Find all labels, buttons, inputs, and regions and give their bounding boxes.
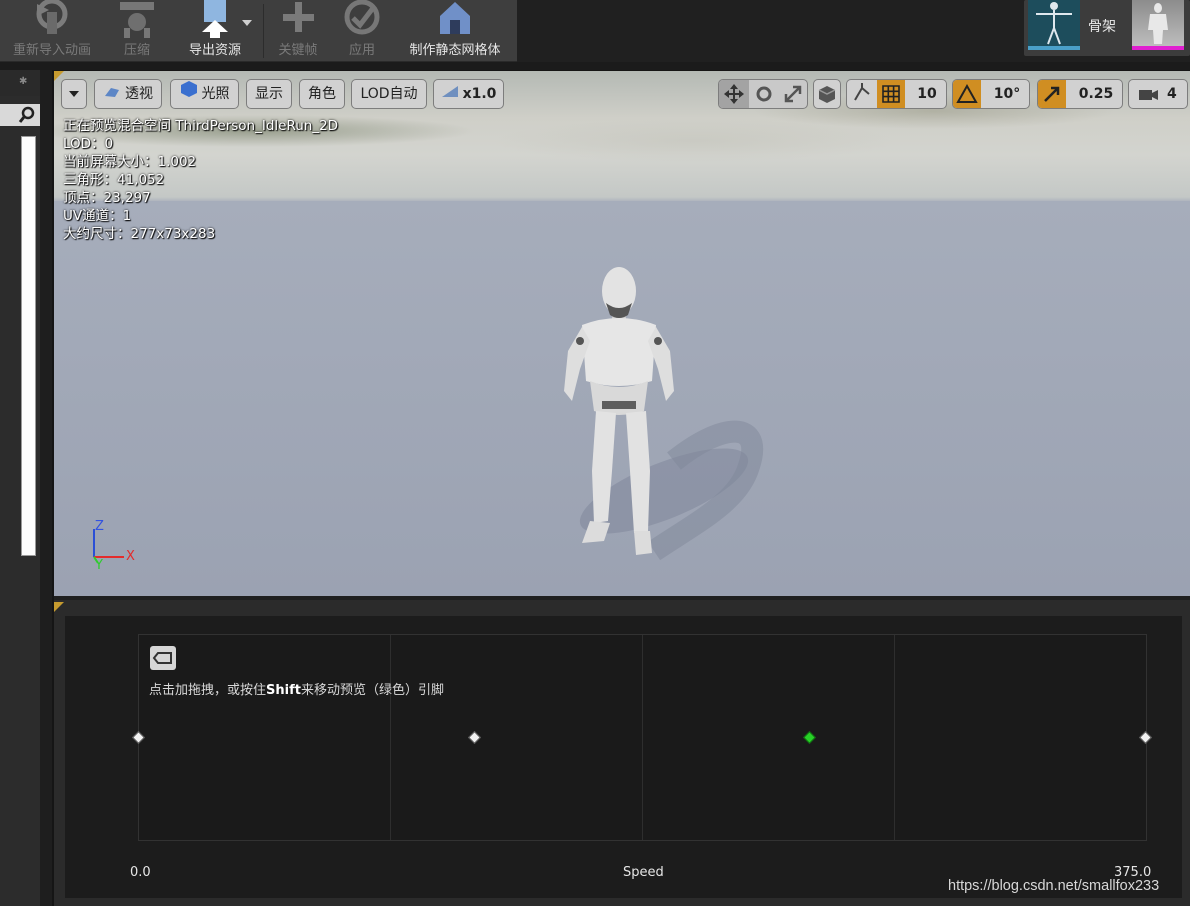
panel-splitter[interactable]	[40, 70, 52, 906]
lit-sphere-icon	[180, 80, 198, 108]
mannequin-character	[564, 267, 764, 561]
grid-snap-group: 10	[846, 79, 947, 109]
skeleton-mode-label: 骨架	[1088, 19, 1116, 35]
character-menu-button[interactable]: 角色	[299, 79, 345, 109]
preview-pin[interactable]	[803, 731, 817, 744]
keyframe-button[interactable]: 关键帧	[268, 0, 328, 62]
stat-vertices-line: 顶点：23,297	[63, 190, 151, 206]
grid-line	[894, 635, 895, 840]
blendspace-editor-panel: 点击加拖拽，或按住Shift来移动预览（绿色）引脚 0.0 Speed 375.…	[54, 600, 1190, 906]
mesh-mode-button[interactable]	[1132, 0, 1184, 50]
rotate-icon	[756, 86, 772, 102]
lod-auto-button[interactable]: LOD自动	[351, 79, 427, 109]
scale-snap-icon	[1044, 86, 1060, 102]
apply-button[interactable]: 应用	[334, 0, 390, 62]
move-arrows-icon	[724, 84, 744, 104]
scale-snap-toggle[interactable]	[1038, 80, 1066, 108]
skeleton-icon	[1036, 2, 1072, 45]
search-icon[interactable]	[18, 106, 36, 124]
translate-mode-button[interactable]	[719, 80, 749, 108]
surface-snap-icon	[854, 83, 870, 101]
stat-screen-size-line: 当前屏幕大小：1.002	[63, 154, 197, 170]
axis-y-label: Y	[95, 558, 103, 573]
panel-corner-marker	[54, 602, 64, 612]
speed-icon	[441, 80, 459, 108]
hint-shift-key: Shift	[266, 683, 301, 698]
camera-icon	[1139, 90, 1158, 100]
stat-uv-channels-line: UV通道：1	[63, 208, 132, 224]
stat-preview-line: 正在预览混合空间 ThirdPerson_IdleRun_2D	[63, 118, 339, 134]
mesh-character-icon	[1148, 3, 1168, 44]
grid-snap-value[interactable]: 10	[907, 80, 947, 108]
lit-mode-button[interactable]: 光照	[170, 79, 239, 109]
axis-z-label: Z	[95, 519, 104, 534]
preview-viewport[interactable]: 透视 光照 显示 角色 LOD自动 x1.0 10 10° 0.25 4 正在预…	[54, 71, 1190, 596]
transform-mode-group	[718, 79, 808, 109]
world-local-toggle[interactable]	[813, 79, 841, 109]
rotate-mode-button[interactable]	[749, 80, 779, 108]
scale-icon	[784, 85, 802, 103]
rotation-snap-value[interactable]: 10°	[983, 80, 1031, 108]
show-menu-button[interactable]: 显示	[246, 79, 292, 109]
compress-button[interactable]: 压缩	[104, 0, 170, 62]
playback-speed-button[interactable]: x1.0	[433, 79, 504, 109]
perspective-icon	[103, 80, 121, 108]
blendspace-grid[interactable]: 点击加拖拽，或按住Shift来移动预览（绿色）引脚	[132, 634, 1152, 841]
left-panel: ✱	[0, 70, 52, 906]
make-static-mesh-button[interactable]: 制作静态网格体	[398, 0, 512, 62]
apply-check-icon	[344, 0, 380, 35]
axis-name-label: Speed	[623, 865, 664, 880]
viewport-options-button[interactable]	[61, 79, 87, 109]
asset-list[interactable]	[21, 136, 36, 556]
surface-snap-button[interactable]	[847, 80, 877, 108]
asset-search-field[interactable]	[0, 104, 40, 126]
export-dropdown-icon[interactable]	[242, 20, 252, 26]
scale-mode-button[interactable]	[779, 80, 809, 108]
asset-mode-switcher: 骨架	[1024, 0, 1190, 56]
skeleton-mode-button[interactable]	[1028, 0, 1080, 50]
sample-point[interactable]	[1139, 731, 1152, 744]
blendspace-hint-text: 点击加拖拽，或按住Shift来移动预览（绿色）引脚	[149, 683, 444, 698]
camera-speed-value: 4	[1167, 86, 1177, 102]
export-asset-button[interactable]: 导出资源	[170, 0, 260, 62]
stat-lod-line: LOD：0	[63, 136, 114, 152]
stat-triangles-line: 三角形：41,052	[63, 172, 165, 188]
grid-icon	[882, 85, 900, 103]
axis-min-label: 0.0	[130, 865, 151, 880]
pin-icon[interactable]: ✱	[19, 76, 27, 87]
plus-icon	[283, 2, 314, 32]
rotation-snap-group: 10°	[952, 79, 1030, 109]
sample-point[interactable]	[132, 731, 145, 744]
stat-approx-size-line: 大约尺寸：277x73x283	[63, 226, 216, 242]
sample-point[interactable]	[467, 731, 481, 744]
compress-icon	[120, 2, 154, 38]
toolbar-separator	[263, 4, 264, 58]
chevron-down-icon	[69, 91, 79, 97]
reimport-animation-button[interactable]: 重新导入动画	[0, 0, 104, 62]
rotation-snap-toggle[interactable]	[953, 80, 981, 108]
reimport-icon	[36, 0, 68, 34]
grid-line	[390, 635, 391, 840]
axis-x-label: X	[126, 549, 135, 564]
angle-icon	[956, 83, 978, 103]
axis-gizmo: Z X Y	[84, 517, 154, 577]
asset-toolbar: 重新导入动画 压缩 导出资源 关键帧 应用 制作静态网格体	[0, 0, 517, 62]
export-icon	[202, 0, 228, 38]
watermark-text: https://blog.csdn.net/smallfox233	[948, 878, 1160, 894]
triangulation-toggle-button[interactable]	[150, 646, 176, 670]
label-tag-icon	[152, 652, 172, 664]
camera-speed-button[interactable]: 4	[1128, 79, 1188, 109]
toolbar-divider	[0, 62, 1190, 70]
scale-snap-value[interactable]: 0.25	[1068, 80, 1124, 108]
blendspace-canvas[interactable]: 点击加拖拽，或按住Shift来移动预览（绿色）引脚 0.0 Speed 375.…	[65, 616, 1182, 898]
grid-line	[642, 635, 643, 840]
grid-snap-toggle[interactable]	[877, 80, 905, 108]
scale-snap-group: 0.25	[1037, 79, 1123, 109]
static-mesh-icon	[440, 2, 470, 34]
cube-icon	[818, 86, 836, 103]
perspective-button[interactable]: 透视	[94, 79, 162, 109]
left-panel-header: ✱	[0, 70, 40, 96]
viewport-stats-overlay: 正在预览混合空间 ThirdPerson_IdleRun_2D LOD：0 当前…	[63, 117, 338, 243]
